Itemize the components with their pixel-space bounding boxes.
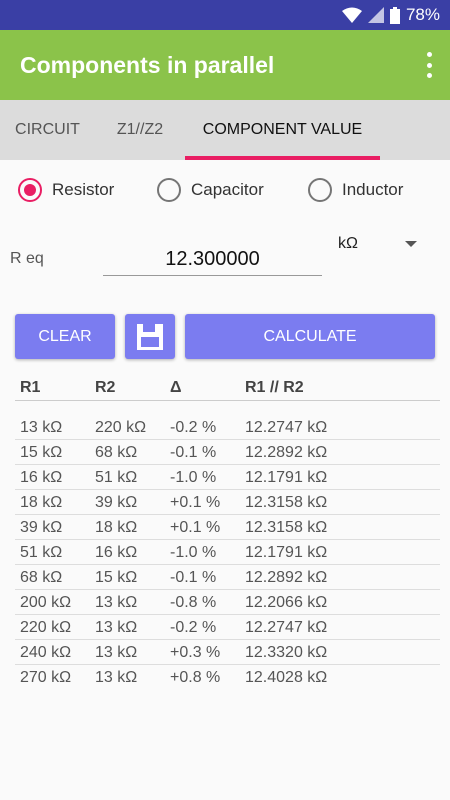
table-row[interactable]: 240 kΩ 13 kΩ +0.3 % 12.3320 kΩ bbox=[15, 640, 440, 665]
cell-parallel: 12.4028 kΩ bbox=[245, 669, 328, 686]
cell-parallel: 12.2747 kΩ bbox=[245, 619, 328, 636]
cell-parallel: 12.2066 kΩ bbox=[245, 594, 328, 611]
cell-delta: -1.0 % bbox=[170, 469, 217, 486]
results-table: R1 R2 Δ R1 // R2 13 kΩ 220 kΩ -0.2 % 12.274… bbox=[15, 375, 440, 690]
table-row[interactable]: 200 kΩ 13 kΩ -0.8 % 12.2066 kΩ bbox=[15, 590, 440, 615]
cell-delta: -0.8 % bbox=[170, 594, 217, 611]
cell-parallel: 12.1791 kΩ bbox=[245, 544, 328, 561]
radio-checked-icon bbox=[18, 178, 42, 202]
cell-r2: 220 kΩ bbox=[95, 419, 147, 436]
cell-delta: -0.1 % bbox=[170, 444, 217, 461]
cell-parallel: 12.2892 kΩ bbox=[245, 444, 328, 461]
cell-delta: +0.3 % bbox=[170, 644, 221, 661]
header-r2: R2 bbox=[95, 379, 116, 396]
save-button[interactable] bbox=[125, 314, 175, 359]
tab-indicator bbox=[185, 156, 380, 160]
battery-icon bbox=[389, 6, 400, 24]
cell-r2: 16 kΩ bbox=[95, 544, 138, 561]
header-r1: R1 bbox=[20, 379, 41, 396]
cell-r2: 13 kΩ bbox=[95, 644, 138, 661]
unit-select[interactable]: kΩ bbox=[338, 235, 423, 259]
cell-r1: 68 kΩ bbox=[20, 569, 63, 586]
cell-parallel: 12.2892 kΩ bbox=[245, 569, 328, 586]
status-icons: 78% bbox=[341, 5, 440, 25]
tab-bar: CIRCUIT Z1//Z2 COMPONENT VALUE bbox=[0, 100, 450, 160]
tab-circuit[interactable]: CIRCUIT bbox=[0, 100, 95, 160]
cell-delta: -0.1 % bbox=[170, 569, 217, 586]
cell-parallel: 12.1791 kΩ bbox=[245, 469, 328, 486]
cell-delta: -1.0 % bbox=[170, 544, 217, 561]
cell-r1: 270 kΩ bbox=[20, 669, 72, 686]
table-row[interactable]: 16 kΩ 51 kΩ -1.0 % 12.1791 kΩ bbox=[15, 465, 440, 490]
calculate-button[interactable]: CALCULATE bbox=[185, 314, 435, 359]
cell-delta: +0.1 % bbox=[170, 494, 221, 511]
cell-parallel: 12.3158 kΩ bbox=[245, 494, 328, 511]
component-type-group: Resistor Capacitor Inductor bbox=[0, 175, 450, 207]
req-label: R eq bbox=[10, 250, 44, 267]
radio-unchecked-icon bbox=[308, 178, 332, 202]
cell-r1: 240 kΩ bbox=[20, 644, 72, 661]
cell-r2: 13 kΩ bbox=[95, 669, 138, 686]
cell-r1: 18 kΩ bbox=[20, 494, 63, 511]
cell-r2: 15 kΩ bbox=[95, 569, 138, 586]
cell-r2: 18 kΩ bbox=[95, 519, 138, 536]
cell-delta: -0.2 % bbox=[170, 619, 217, 636]
table-row[interactable]: 220 kΩ 13 kΩ -0.2 % 12.2747 kΩ bbox=[15, 615, 440, 640]
cell-r1: 13 kΩ bbox=[20, 419, 63, 436]
table-header: R1 R2 Δ R1 // R2 bbox=[15, 375, 440, 401]
cell-signal-icon bbox=[367, 7, 384, 23]
table-row[interactable]: 39 kΩ 18 kΩ +0.1 % 12.3158 kΩ bbox=[15, 515, 440, 540]
cell-r2: 13 kΩ bbox=[95, 619, 138, 636]
cell-r1: 15 kΩ bbox=[20, 444, 63, 461]
cell-delta: +0.8 % bbox=[170, 669, 221, 686]
cell-r1: 200 kΩ bbox=[20, 594, 72, 611]
header-delta: Δ bbox=[170, 379, 182, 396]
wifi-icon bbox=[341, 7, 362, 23]
overflow-menu-icon[interactable] bbox=[424, 52, 434, 78]
floppy-disk-icon bbox=[137, 323, 163, 350]
cell-r2: 51 kΩ bbox=[95, 469, 138, 486]
cell-r1: 39 kΩ bbox=[20, 519, 63, 536]
clear-button[interactable]: CLEAR bbox=[15, 314, 115, 359]
app-bar: Components in parallel bbox=[0, 30, 450, 100]
radio-inductor-label: Inductor bbox=[342, 180, 404, 199]
radio-resistor-label: Resistor bbox=[52, 180, 115, 199]
radio-capacitor-label: Capacitor bbox=[191, 180, 264, 199]
cell-parallel: 12.2747 kΩ bbox=[245, 419, 328, 436]
app-title: Components in parallel bbox=[20, 52, 275, 78]
table-row[interactable]: 18 kΩ 39 kΩ +0.1 % 12.3158 kΩ bbox=[15, 490, 440, 515]
tab-component-value[interactable]: COMPONENT VALUE bbox=[185, 100, 380, 160]
table-row[interactable]: 13 kΩ 220 kΩ -0.2 % 12.2747 kΩ bbox=[15, 415, 440, 440]
radio-inductor[interactable]: Inductor bbox=[308, 178, 403, 202]
radio-unchecked-icon bbox=[157, 178, 181, 202]
cell-r1: 220 kΩ bbox=[20, 619, 72, 636]
table-row[interactable]: 270 kΩ 13 kΩ +0.8 % 12.4028 kΩ bbox=[15, 665, 440, 690]
dropdown-arrow-icon bbox=[405, 241, 417, 247]
table-row[interactable]: 68 kΩ 15 kΩ -0.1 % 12.2892 kΩ bbox=[15, 565, 440, 590]
cell-r2: 68 kΩ bbox=[95, 444, 138, 461]
status-bar: 78% bbox=[0, 0, 450, 30]
cell-r1: 16 kΩ bbox=[20, 469, 63, 486]
radio-capacitor[interactable]: Capacitor bbox=[157, 178, 264, 202]
table-row[interactable]: 15 kΩ 68 kΩ -0.1 % 12.2892 kΩ bbox=[15, 440, 440, 465]
cell-parallel: 12.3320 kΩ bbox=[245, 644, 328, 661]
unit-select-value: kΩ bbox=[338, 235, 358, 252]
header-parallel: R1 // R2 bbox=[245, 379, 304, 396]
radio-resistor[interactable]: Resistor bbox=[18, 178, 114, 202]
table-body: 13 kΩ 220 kΩ -0.2 % 12.2747 kΩ 15 kΩ 68 kΩ -0… bbox=[15, 415, 440, 690]
cell-parallel: 12.3158 kΩ bbox=[245, 519, 328, 536]
cell-delta: +0.1 % bbox=[170, 519, 221, 536]
cell-r2: 13 kΩ bbox=[95, 594, 138, 611]
cell-r2: 39 kΩ bbox=[95, 494, 138, 511]
tab-z1-z2[interactable]: Z1//Z2 bbox=[95, 100, 185, 160]
req-value-input[interactable] bbox=[103, 244, 322, 276]
cell-delta: -0.2 % bbox=[170, 419, 217, 436]
table-row[interactable]: 51 kΩ 16 kΩ -1.0 % 12.1791 kΩ bbox=[15, 540, 440, 565]
battery-level: 78% bbox=[405, 5, 440, 24]
cell-r1: 51 kΩ bbox=[20, 544, 63, 561]
